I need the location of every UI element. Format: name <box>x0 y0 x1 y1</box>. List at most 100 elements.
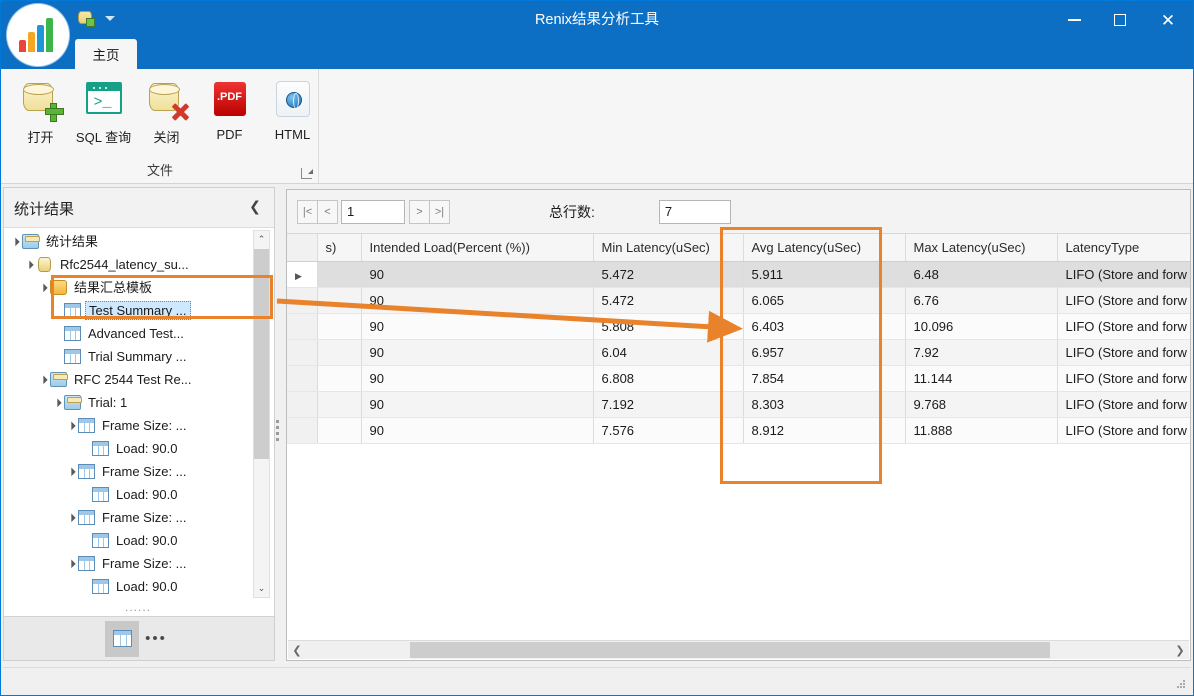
table-cell[interactable]: 5.472 <box>593 287 744 314</box>
table-cell[interactable]: 5.911 <box>743 261 906 288</box>
tree-item[interactable]: ◢ Rfc2544_latency_su... <box>8 253 256 276</box>
column-header[interactable]: Intended Load(Percent (%)) <box>361 234 594 262</box>
html-export-button[interactable]: HTML <box>261 73 324 146</box>
chevron-left-icon[interactable]: ❮ <box>288 641 306 659</box>
table-cell[interactable]: 7.192 <box>593 391 744 418</box>
table-cell[interactable]: 90 <box>361 417 594 444</box>
grid-view-button[interactable] <box>105 620 139 657</box>
scrollbar-thumb[interactable] <box>254 249 269 459</box>
table-cell[interactable]: 5.808 <box>593 313 744 340</box>
grid-horizontal-scrollbar[interactable]: ❮ ❯ <box>288 640 1189 659</box>
table-cell[interactable]: 7.854 <box>743 365 906 392</box>
expander-icon[interactable]: ◢ <box>63 417 79 433</box>
chevron-down-icon[interactable] <box>105 15 115 21</box>
tree-vertical-scrollbar[interactable]: ⌃ ⌄ <box>253 230 270 598</box>
table-cell[interactable]: 6.48 <box>905 261 1058 288</box>
table-row[interactable]: ▶ 90 5.472 5.911 6.48 LIFO (Store and forw <box>287 261 1190 288</box>
minimize-button[interactable] <box>1051 1 1097 39</box>
table-row[interactable]: 90 7.192 8.303 9.768 LIFO (Store and forw <box>287 391 1190 418</box>
table-cell[interactable]: 90 <box>361 261 594 288</box>
table-cell[interactable] <box>317 339 362 366</box>
table-cell[interactable] <box>317 287 362 314</box>
column-header[interactable]: s) <box>317 234 362 262</box>
resize-grip-icon[interactable] <box>1177 680 1187 690</box>
expander-icon[interactable]: ◢ <box>21 256 37 272</box>
table-cell[interactable]: LIFO (Store and forw <box>1057 417 1190 444</box>
close-db-button[interactable]: 关闭 <box>135 73 198 146</box>
column-header[interactable]: Max Latency(uSec) <box>905 234 1058 262</box>
tree-item[interactable]: Advanced Test... <box>8 322 256 345</box>
column-header[interactable]: Avg Latency(uSec) <box>743 234 906 262</box>
table-cell[interactable]: LIFO (Store and forw <box>1057 339 1190 366</box>
results-tree[interactable]: ◢ 统计结果 ◢ Rfc2544_latency_su... ◢ 结果汇总模板 Test S… <box>8 230 256 598</box>
table-cell[interactable]: 9.768 <box>905 391 1058 418</box>
open-button[interactable]: 打开 <box>9 73 72 146</box>
tree-item[interactable]: ◢ Frame Size: ... <box>8 506 256 529</box>
dialog-launcher-icon[interactable] <box>301 168 313 179</box>
table-cell[interactable]: 90 <box>361 287 594 314</box>
table-cell[interactable]: 6.957 <box>743 339 906 366</box>
tree-item[interactable]: Load: 90.0 <box>8 437 256 460</box>
table-cell[interactable]: 90 <box>361 365 594 392</box>
table-cell[interactable] <box>317 261 362 288</box>
table-cell[interactable]: 90 <box>361 339 594 366</box>
table-cell[interactable]: 8.912 <box>743 417 906 444</box>
row-selector-cell[interactable] <box>287 417 318 444</box>
chevron-left-icon[interactable]: ❮ <box>246 197 264 215</box>
tree-item[interactable]: ◢ RFC 2544 Test Re... <box>8 368 256 391</box>
database-icon[interactable] <box>77 9 95 27</box>
tree-item[interactable]: Trial Summary ... <box>8 345 256 368</box>
table-cell[interactable]: 11.144 <box>905 365 1058 392</box>
tree-item[interactable]: ◢ 结果汇总模板 <box>8 276 256 299</box>
row-selector-cell[interactable] <box>287 365 318 392</box>
table-cell[interactable]: 10.096 <box>905 313 1058 340</box>
tree-item[interactable]: ◢ Frame Size: ... <box>8 552 256 575</box>
expander-icon[interactable]: ◢ <box>49 394 65 410</box>
chevron-down-icon[interactable]: ⌄ <box>254 580 269 597</box>
expander-icon[interactable]: ◢ <box>63 555 79 571</box>
table-cell[interactable]: 6.04 <box>593 339 744 366</box>
table-cell[interactable]: 7.576 <box>593 417 744 444</box>
table-cell[interactable]: LIFO (Store and forw <box>1057 261 1190 288</box>
column-header[interactable]: LatencyType <box>1057 234 1190 262</box>
table-cell[interactable]: 6.808 <box>593 365 744 392</box>
tab-home[interactable]: 主页 <box>75 39 137 69</box>
table-cell[interactable]: LIFO (Store and forw <box>1057 391 1190 418</box>
row-selector-cell[interactable] <box>287 391 318 418</box>
prev-page-button[interactable]: < <box>317 199 338 224</box>
pdf-export-button[interactable]: .PDF PDF <box>198 73 261 146</box>
tree-item[interactable]: ◢ 统计结果 <box>8 230 256 253</box>
table-row[interactable]: 90 6.04 6.957 7.92 LIFO (Store and forw <box>287 339 1190 366</box>
row-selector-cell[interactable] <box>287 313 318 340</box>
page-number-input[interactable] <box>341 199 405 224</box>
panel-splitter[interactable] <box>273 416 282 444</box>
expander-icon[interactable]: ◢ <box>63 463 79 479</box>
table-row[interactable]: 90 5.472 6.065 6.76 LIFO (Store and forw <box>287 287 1190 314</box>
table-row[interactable]: 90 7.576 8.912 11.888 LIFO (Store and forw <box>287 417 1190 444</box>
table-row[interactable]: 90 5.808 6.403 10.096 LIFO (Store and forw <box>287 313 1190 340</box>
table-cell[interactable]: LIFO (Store and forw <box>1057 313 1190 340</box>
row-selector-cell[interactable]: ▶ <box>287 261 318 288</box>
table-cell[interactable]: LIFO (Store and forw <box>1057 365 1190 392</box>
tree-item[interactable]: ◢ Frame Size: ... <box>8 414 256 437</box>
expander-icon[interactable]: ◢ <box>35 371 51 387</box>
expander-icon[interactable]: ◢ <box>8 233 23 249</box>
table-cell[interactable]: 6.403 <box>743 313 906 340</box>
more-options-button[interactable]: ••• <box>139 621 173 657</box>
table-cell[interactable]: LIFO (Store and forw <box>1057 287 1190 314</box>
table-cell[interactable]: 5.472 <box>593 261 744 288</box>
first-page-button[interactable]: |< <box>297 199 318 224</box>
row-selector-cell[interactable] <box>287 339 318 366</box>
scrollbar-thumb[interactable] <box>410 642 1050 658</box>
tree-item[interactable]: Load: 90.0 <box>8 575 256 598</box>
table-cell[interactable]: 6.76 <box>905 287 1058 314</box>
column-header[interactable]: Min Latency(uSec) <box>593 234 744 262</box>
expander-icon[interactable]: ◢ <box>35 279 51 295</box>
table-cell[interactable] <box>317 313 362 340</box>
tree-item[interactable]: Load: 90.0 <box>8 483 256 506</box>
table-cell[interactable] <box>317 365 362 392</box>
table-cell[interactable]: 90 <box>361 313 594 340</box>
table-cell[interactable]: 90 <box>361 391 594 418</box>
chevron-right-icon[interactable]: ❯ <box>1171 641 1189 659</box>
next-page-button[interactable]: > <box>409 199 430 224</box>
